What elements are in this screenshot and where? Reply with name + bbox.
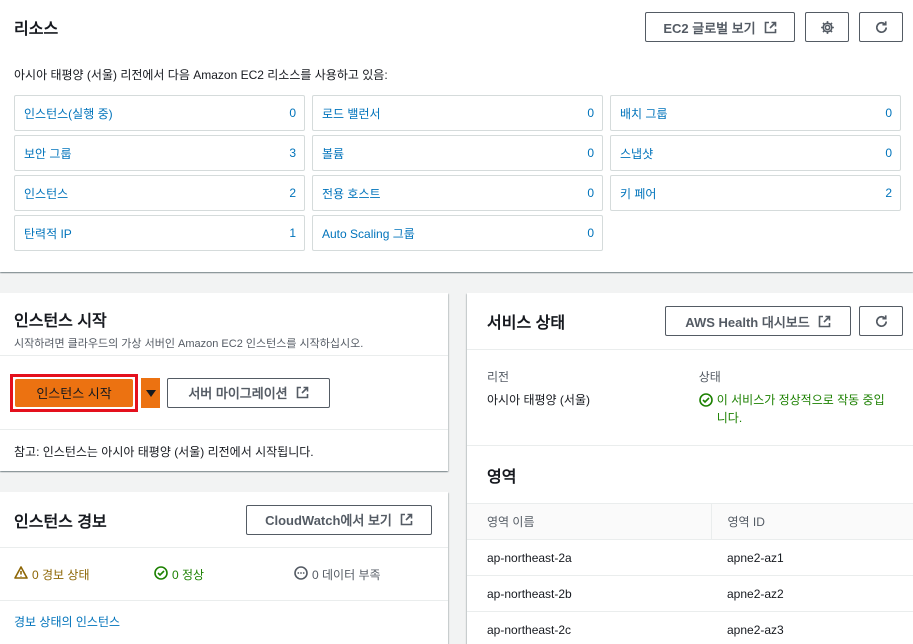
resources-panel: 리소스 EC2 글로벌 보기 아시아 태평양 (서울) 리전에서 다음 Amaz…	[0, 0, 913, 272]
ok-state-label: 0 정상	[172, 567, 205, 582]
resource-placement-groups[interactable]: 배치 그룹 0	[610, 95, 901, 131]
server-migration-label: 서버 마이그레이션	[188, 386, 288, 401]
refresh-icon	[874, 314, 889, 329]
external-link-icon	[818, 315, 831, 328]
resource-load-balancers[interactable]: 로드 밸런서 0	[312, 95, 603, 131]
cloudwatch-view-button[interactable]: CloudWatch에서 보기	[246, 504, 432, 535]
zone-name: ap-northeast-2c	[467, 611, 711, 644]
gear-icon	[820, 20, 835, 35]
zone-name: ap-northeast-2b	[467, 575, 711, 612]
table-row: ap-northeast-2c apne2-az3	[467, 611, 913, 644]
resource-running-instances[interactable]: 인스턴스(실행 중) 0	[14, 95, 305, 131]
ellipsis-circle-icon	[294, 565, 308, 583]
zone-id-header: 영역 ID	[710, 503, 913, 540]
launch-instance-panel: 인스턴스 시작 시작하려면 클라우드의 가상 서버인 Amazon EC2 인스…	[0, 293, 448, 471]
refresh-icon	[874, 20, 889, 35]
insufficient-data-item[interactable]: 0 데이터 부족	[294, 565, 434, 583]
resource-volumes[interactable]: 볼륨 0	[312, 135, 603, 171]
status-label: 상태	[698, 370, 721, 384]
zone-name-header: 영역 이름	[467, 503, 711, 540]
launch-button-highlight: 인스턴스 시작	[10, 373, 138, 412]
launch-title: 인스턴스 시작	[14, 313, 107, 330]
resources-intro: 아시아 태평양 (서울) 리전에서 다음 Amazon EC2 리소스를 사용하…	[14, 68, 388, 82]
table-row: ap-northeast-2b apne2-az2	[467, 575, 913, 612]
resource-instances[interactable]: 인스턴스 2	[14, 175, 305, 211]
resource-elastic-ips[interactable]: 탄력적 IP 1	[14, 215, 305, 251]
caret-down-icon	[145, 384, 156, 402]
resource-dedicated-hosts[interactable]: 전용 호스트 0	[312, 175, 603, 211]
aws-health-dashboard-button[interactable]: AWS Health 대시보드	[665, 306, 851, 336]
resource-security-groups[interactable]: 보안 그룹 3	[14, 135, 305, 171]
region-value: 아시아 태평양 (서울)	[487, 393, 590, 407]
status-value: 이 서비스가 정상적으로 작동 중입니다.	[716, 393, 885, 425]
health-refresh-button[interactable]	[859, 306, 903, 336]
server-migration-button[interactable]: 서버 마이그레이션	[167, 377, 330, 408]
check-circle-icon	[698, 391, 713, 427]
check-circle-icon	[154, 565, 168, 583]
external-link-icon	[296, 386, 309, 399]
resource-key-pairs[interactable]: 키 페어 2	[610, 175, 901, 211]
resources-title: 리소스	[14, 21, 59, 38]
zones-table: 영역 이름 영역 ID ap-northeast-2a apne2-az1 ap…	[467, 503, 913, 644]
ok-state-item[interactable]: 0 정상	[154, 565, 294, 583]
cloudwatch-view-label: CloudWatch에서 보기	[265, 513, 392, 528]
aws-health-dashboard-label: AWS Health 대시보드	[685, 314, 810, 330]
instances-in-alarm-link[interactable]: 경보 상태의 인스턴스	[0, 600, 448, 642]
alarm-state-item[interactable]: 0 경보 상태	[14, 566, 154, 583]
launch-subtitle: 시작하려면 클라우드의 가상 서버인 Amazon EC2 인스턴스를 시작하십…	[14, 338, 364, 350]
resource-grid: 인스턴스(실행 중) 0 로드 밸런서 0 배치 그룹 0 보안 그룹 3 볼륨 0 스냅…	[14, 95, 903, 251]
external-link-icon	[764, 21, 777, 34]
ec2-global-view-button[interactable]: EC2 글로벌 보기	[645, 12, 795, 42]
warning-icon	[14, 566, 28, 582]
settings-button[interactable]	[805, 12, 849, 42]
zone-name: ap-northeast-2a	[467, 539, 711, 576]
region-label: 리전	[487, 370, 510, 384]
launch-instance-button[interactable]: 인스턴스 시작	[15, 378, 133, 407]
health-status-grid: 리전 아시아 태평양 (서울) 상태 이 서비스가 정상적으로 작동 중입니다.	[467, 349, 913, 445]
alarm-state-label: 0 경보 상태	[32, 567, 90, 582]
service-health-panel: 서비스 상태 AWS Health 대시보드 리전 아시아 태평양 (서울) 상…	[467, 293, 913, 644]
insufficient-data-label: 0 데이터 부족	[312, 567, 381, 582]
health-title: 서비스 상태	[487, 315, 566, 332]
ec2-global-view-label: EC2 글로벌 보기	[663, 20, 756, 36]
zones-title: 영역	[487, 468, 517, 486]
refresh-button[interactable]	[859, 12, 903, 42]
launch-dropdown-button[interactable]	[140, 377, 160, 408]
zone-id: apne2-az1	[711, 539, 913, 576]
external-link-icon	[400, 513, 413, 526]
resource-auto-scaling-groups[interactable]: Auto Scaling 그룹 0	[312, 215, 603, 251]
table-row: ap-northeast-2a apne2-az1	[467, 539, 913, 576]
zone-id: apne2-az3	[711, 611, 913, 644]
alarms-title: 인스턴스 경보	[14, 513, 107, 531]
alarm-summary: 0 경보 상태 0 정상 0 데이터 부족	[0, 547, 448, 600]
instance-alarms-panel: 인스턴스 경보 CloudWatch에서 보기 0 경보 상태 0 정상 0 데…	[0, 492, 448, 644]
launch-region-note: 참고: 인스턴스는 아시아 태평양 (서울) 리전에서 시작됩니다.	[0, 429, 448, 473]
resource-snapshots[interactable]: 스냅샷 0	[610, 135, 901, 171]
zone-id: apne2-az2	[711, 575, 913, 612]
